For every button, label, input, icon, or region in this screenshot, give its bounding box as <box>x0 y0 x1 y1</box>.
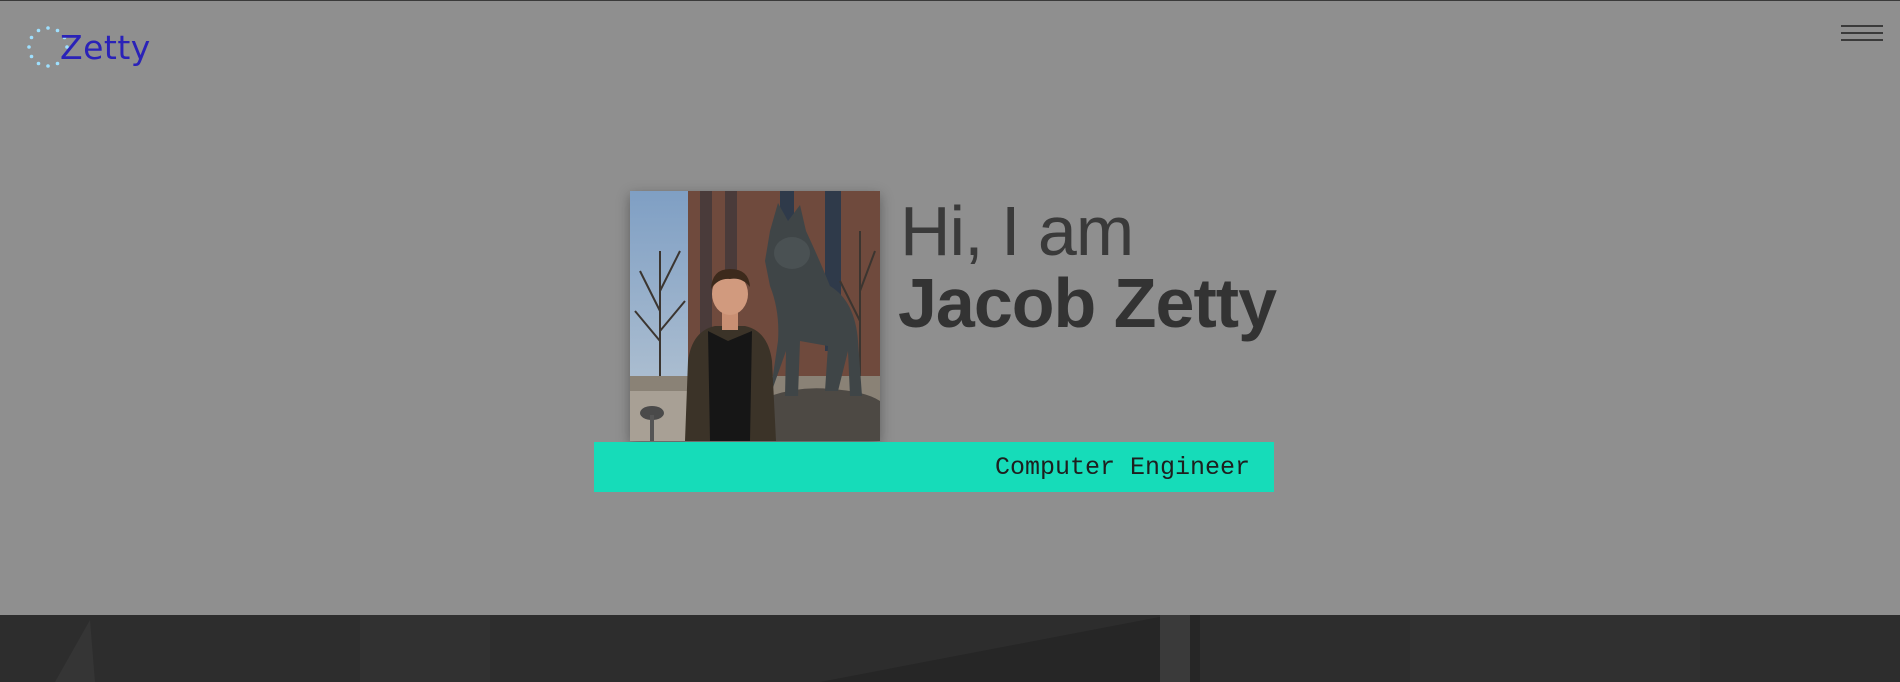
logo-text: Zetty <box>60 27 151 67</box>
role-banner: Computer Engineer <box>594 442 1274 492</box>
hamburger-icon[interactable] <box>1841 23 1883 43</box>
greeting-text: Hi, I am <box>900 192 1134 270</box>
menu-line <box>1841 25 1883 27</box>
site-logo[interactable]: Zetty <box>26 23 151 71</box>
profile-photo <box>630 191 880 441</box>
menu-line <box>1841 39 1883 41</box>
hero-section: Zetty Hi, I am Jacob Zetty Computer Engi… <box>0 0 1900 615</box>
menu-line <box>1841 32 1883 34</box>
person-name: Jacob Zetty <box>898 264 1277 342</box>
role-text: Computer Engineer <box>994 452 1250 482</box>
next-section-preview <box>0 615 1900 682</box>
